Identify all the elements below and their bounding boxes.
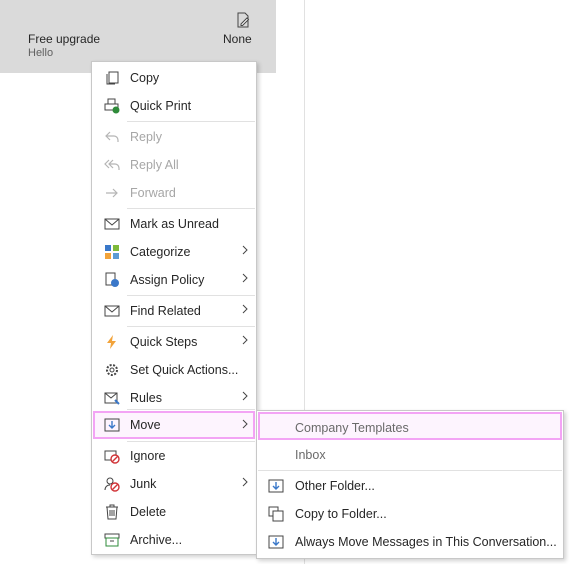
chevron-right-icon (242, 245, 248, 255)
ignore-icon (104, 450, 120, 464)
submenu-item-copy-to-folder[interactable]: Copy to Folder... (258, 501, 562, 527)
gear-icon (106, 364, 118, 376)
chevron-right-icon (242, 477, 248, 487)
menu-item-label: Reply All (130, 158, 179, 172)
menu-item-delete[interactable]: Delete (93, 499, 255, 525)
menu-separator (127, 326, 255, 327)
menu-item-label: Categorize (130, 245, 191, 259)
move-submenu: Company Templates Inbox Other Folder... … (256, 410, 564, 559)
edit-policy-icon[interactable] (236, 12, 250, 28)
chevron-right-icon (242, 304, 248, 314)
submenu-item-inbox[interactable]: Inbox (258, 442, 562, 468)
assign-policy-icon (105, 272, 119, 287)
menu-item-label: Mark as Unread (130, 217, 219, 231)
submenu-item-label: Inbox (295, 448, 326, 462)
menu-item-rules[interactable]: Rules (93, 385, 255, 411)
submenu-item-company-templates[interactable]: Company Templates (258, 412, 562, 440)
menu-separator (258, 470, 562, 471)
menu-separator (127, 208, 255, 209)
menu-item-label: Quick Steps (130, 335, 198, 349)
menu-item-forward[interactable]: Forward (93, 180, 255, 206)
forward-icon (106, 188, 118, 198)
menu-item-reply-all[interactable]: Reply All (93, 152, 255, 178)
menu-item-label: Ignore (130, 449, 166, 463)
menu-item-label: Move (130, 418, 161, 432)
menu-item-label: Copy (130, 71, 160, 85)
menu-item-set-quick-actions[interactable]: Set Quick Actions... (93, 357, 255, 383)
chevron-right-icon (242, 335, 248, 345)
envelope-icon (104, 218, 120, 230)
menu-item-label: Archive... (130, 533, 183, 547)
menu-item-find-related[interactable]: Find Related (93, 298, 255, 324)
chevron-right-icon (242, 419, 248, 429)
menu-separator (127, 121, 255, 122)
menu-item-quick-print[interactable]: Quick Print (93, 93, 255, 119)
copy-folder-icon (268, 506, 284, 522)
quick-print-icon (104, 98, 120, 114)
menu-item-archive[interactable]: Archive... (93, 527, 255, 553)
categorize-icon (105, 245, 119, 259)
reply-all-icon (104, 159, 120, 170)
menu-item-label: Quick Print (130, 99, 192, 113)
menu-item-mark-as-unread[interactable]: Mark as Unread (93, 211, 255, 237)
menu-item-label: Set Quick Actions... (130, 363, 239, 377)
trash-icon (106, 504, 118, 520)
junk-icon (104, 477, 120, 492)
message-sender: Free upgrade (28, 32, 101, 46)
move-folder-icon (268, 479, 284, 493)
chevron-right-icon (242, 273, 248, 283)
menu-item-label: Delete (130, 505, 167, 519)
retention-policy-value: None (223, 32, 252, 46)
menu-item-reply[interactable]: Reply (93, 124, 255, 150)
submenu-item-label: Company Templates (295, 421, 409, 435)
menu-item-label: Assign Policy (130, 273, 205, 287)
menu-item-quick-steps[interactable]: Quick Steps (93, 329, 255, 355)
menu-item-label: Reply (130, 130, 162, 144)
menu-item-copy[interactable]: Copy (93, 65, 255, 91)
submenu-item-always-move[interactable]: Always Move Messages in This Conversatio… (258, 529, 562, 555)
menu-item-label: Find Related (130, 304, 201, 318)
submenu-item-label: Copy to Folder... (295, 507, 387, 521)
menu-item-label: Junk (130, 477, 157, 491)
menu-item-categorize[interactable]: Categorize (93, 239, 255, 265)
chevron-right-icon (242, 391, 248, 401)
find-related-icon (104, 305, 120, 317)
reply-icon (105, 131, 119, 142)
menu-separator (127, 409, 255, 410)
menu-item-label: Forward (130, 186, 176, 200)
context-menu: Copy Quick Print Reply Reply All Forward… (91, 61, 257, 555)
always-move-icon (268, 535, 284, 549)
copy-icon (106, 71, 119, 85)
menu-separator (127, 295, 255, 296)
menu-item-junk[interactable]: Junk (93, 471, 255, 497)
menu-item-ignore[interactable]: Ignore (93, 443, 255, 469)
lightning-icon (107, 335, 116, 349)
submenu-item-label: Always Move Messages in This Conversatio… (295, 535, 557, 549)
submenu-item-label: Other Folder... (295, 479, 375, 493)
menu-item-move[interactable]: Move (93, 411, 255, 439)
menu-item-label: Rules (130, 391, 162, 405)
menu-separator (127, 441, 255, 442)
menu-item-assign-policy[interactable]: Assign Policy (93, 267, 255, 293)
move-icon (104, 418, 120, 432)
submenu-item-other-folder[interactable]: Other Folder... (258, 473, 562, 499)
archive-icon (104, 533, 120, 547)
message-preview: Hello (28, 47, 54, 59)
rules-icon (104, 392, 120, 405)
